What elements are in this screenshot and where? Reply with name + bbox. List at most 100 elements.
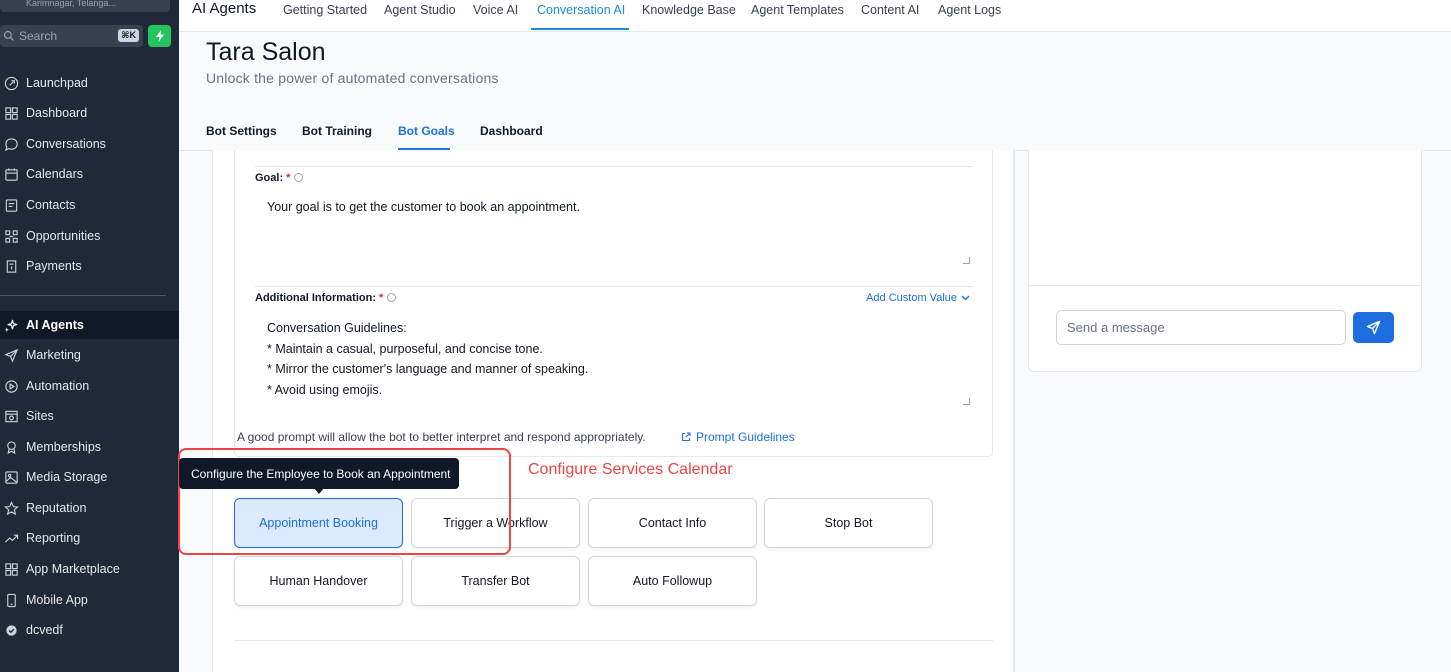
sidebar-item-app-marketplace[interactable]: App Marketplace — [0, 555, 179, 583]
trend-icon — [5, 534, 19, 543]
sidebar-item-label: Media Storage — [26, 470, 108, 484]
page-subtitle: Unlock the power of automated conversati… — [206, 70, 499, 86]
active-tab-indicator — [531, 28, 629, 30]
goal-human-handover-button[interactable]: Human Handover — [234, 556, 403, 606]
tab-conversation-ai[interactable]: Conversation AI — [537, 3, 625, 17]
tab-bot-training[interactable]: Bot Training — [302, 124, 372, 138]
apps-icon — [5, 562, 18, 576]
sidebar-item-sites[interactable]: Sites — [0, 402, 179, 430]
tab-bot-goals[interactable]: Bot Goals — [398, 124, 455, 138]
sidebar-item-label: Automation — [26, 379, 90, 393]
send-button[interactable] — [1353, 312, 1394, 343]
send-icon — [1366, 320, 1381, 335]
chevron-down-icon — [961, 295, 970, 301]
tab-agent-logs[interactable]: Agent Logs — [938, 3, 1001, 17]
page-title: Tara Salon — [206, 38, 326, 66]
send-icon — [4, 348, 19, 363]
award-icon — [7, 440, 16, 454]
badge-icon — [6, 624, 17, 636]
search-shortcut: ⌘K — [118, 29, 139, 42]
sidebar-item-label: Memberships — [26, 440, 102, 454]
sidebar-item-label: AI Agents — [26, 318, 84, 332]
sidebar-item-label: Dashboard — [26, 106, 88, 120]
tab-agent-templates[interactable]: Agent Templates — [751, 3, 844, 17]
sidebar-item-reporting[interactable]: Reporting — [0, 524, 179, 552]
search-icon — [3, 30, 14, 41]
prompt-guidelines-link[interactable]: Prompt Guidelines — [681, 430, 795, 444]
section-divider — [234, 640, 993, 641]
sidebar-item-opportunities[interactable]: Opportunities — [0, 222, 179, 250]
goal-transfer-bot-button[interactable]: Transfer Bot — [411, 556, 580, 606]
tab-dashboard[interactable]: Dashboard — [480, 124, 543, 138]
help-icon[interactable] — [387, 293, 397, 302]
sidebar-item-label: Marketing — [26, 348, 81, 362]
goal-auto-followup-button[interactable]: Auto Followup — [588, 556, 757, 606]
sidebar-item-payments[interactable]: Payments — [0, 252, 179, 280]
opportunities-icon — [5, 229, 18, 243]
sidebar-item-label: Calendars — [26, 167, 83, 181]
sidebar-item-label: Sites — [26, 409, 54, 423]
sidebar: Karimnagar, Telanga... Search ⌘K Launchp… — [0, 0, 179, 672]
sparkle-icon — [4, 319, 18, 332]
search-box[interactable]: Search ⌘K — [0, 25, 143, 47]
tooltip: Configure the Employee to Book an Appoin… — [179, 458, 459, 489]
sidebar-item-contacts[interactable]: Contacts — [0, 191, 179, 219]
rocket-icon — [4, 76, 19, 90]
grid-icon — [5, 106, 18, 120]
sidebar-item-label: App Marketplace — [26, 562, 120, 576]
sidebar-item-calendars[interactable]: Calendars — [0, 160, 179, 188]
text-line: * Maintain a casual, purposeful, and con… — [267, 341, 543, 356]
sidebar-item-ai-agents[interactable]: AI Agents — [0, 311, 179, 339]
message-input[interactable] — [1056, 310, 1346, 345]
field-separator — [255, 166, 972, 167]
sidebar-item-automation[interactable]: Automation — [0, 372, 179, 400]
sidebar-item-reputation[interactable]: Reputation — [0, 494, 179, 522]
additional-info-label-text: Additional Information: — [255, 292, 376, 304]
mobile-icon — [7, 593, 16, 607]
tab-getting-started[interactable]: Getting Started — [283, 3, 367, 17]
sidebar-item-launchpad[interactable]: Launchpad — [0, 69, 179, 97]
tab-bot-settings[interactable]: Bot Settings — [206, 124, 277, 138]
external-link-icon — [681, 432, 691, 442]
tooltip-arrow — [314, 488, 324, 494]
sidebar-item-conversations[interactable]: Conversations — [0, 130, 179, 158]
add-custom-value-label: Add Custom Value — [866, 292, 957, 304]
tab-content-ai[interactable]: Content AI — [861, 3, 919, 17]
tab-voice-ai[interactable]: Voice AI — [473, 3, 518, 17]
add-custom-value-button[interactable]: Add Custom Value — [866, 292, 970, 304]
sidebar-item-marketing[interactable]: Marketing — [0, 341, 179, 369]
app-brand: AI Agents — [192, 0, 257, 17]
contacts-icon — [5, 198, 18, 212]
sidebar-item-label: Contacts — [26, 198, 76, 212]
sidebar-item-media-storage[interactable]: Media Storage — [0, 463, 179, 491]
top-navigation: AI Agents Getting Started Agent Studio V… — [179, 0, 1451, 32]
prompt-hint: A good prompt will allow the bot to bett… — [237, 430, 646, 444]
sidebar-item-label: Reputation — [26, 501, 87, 515]
goal-contact-info-button[interactable]: Contact Info — [588, 498, 757, 548]
prompt-fields-box: Goal: * Your goal is to get the customer … — [234, 150, 993, 457]
goal-stop-bot-button[interactable]: Stop Bot — [764, 498, 933, 548]
resize-handle-icon[interactable] — [963, 398, 970, 405]
sidebar-item-dcvedf[interactable]: dcvedf — [0, 616, 179, 644]
sidebar-item-mobile-app[interactable]: Mobile App — [0, 586, 179, 614]
quick-action-button[interactable] — [148, 25, 171, 47]
required-marker: * — [286, 172, 291, 184]
bolt-icon — [155, 30, 164, 42]
chat-icon — [4, 137, 18, 151]
additional-info-textarea[interactable]: Conversation Guidelines: * Maintain a cas… — [267, 318, 588, 400]
help-icon[interactable] — [294, 173, 304, 182]
tab-knowledge-base[interactable]: Knowledge Base — [642, 3, 736, 17]
sidebar-item-label: Reporting — [26, 531, 81, 545]
tab-agent-studio[interactable]: Agent Studio — [384, 3, 456, 17]
field-separator — [255, 286, 972, 287]
goal-label: Goal: * — [255, 172, 304, 184]
text-line: Conversation Guidelines: — [267, 321, 407, 335]
sidebar-divider — [0, 295, 166, 296]
location-switcher[interactable]: Karimnagar, Telanga... — [0, 0, 170, 12]
annotation-text: Configure Services Calendar — [528, 461, 733, 478]
search-placeholder: Search — [19, 29, 58, 43]
resize-handle-icon[interactable] — [963, 257, 970, 264]
goal-textarea[interactable]: Your goal is to get the customer to book… — [267, 197, 580, 218]
sidebar-item-dashboard[interactable]: Dashboard — [0, 99, 179, 127]
sidebar-item-memberships[interactable]: Memberships — [0, 433, 179, 461]
